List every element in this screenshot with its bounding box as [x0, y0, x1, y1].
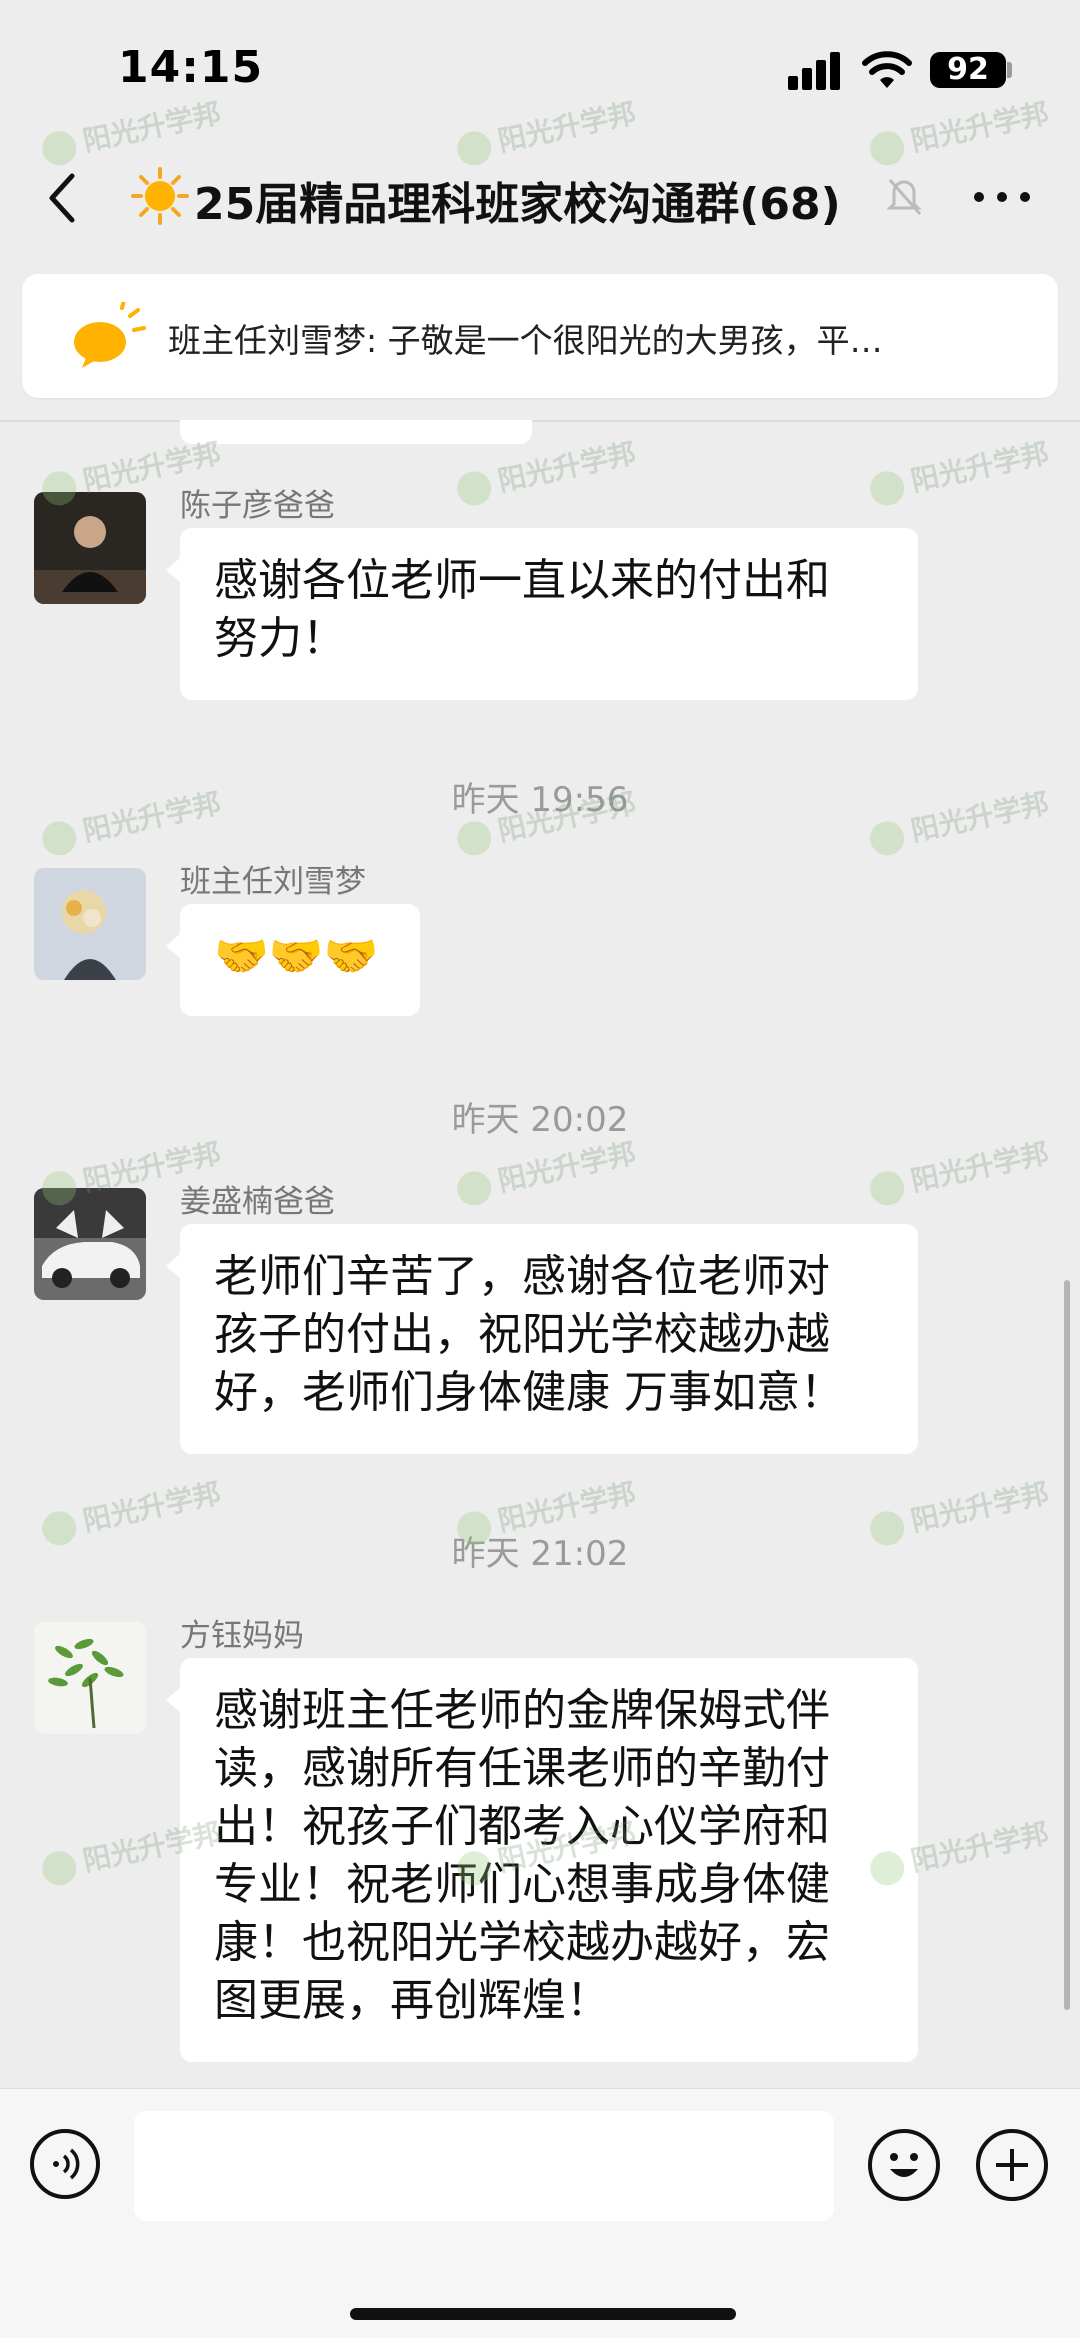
message-bubble[interactable]: 感谢各位老师一直以来的付出和 努力！ — [166, 528, 918, 700]
message-bubble[interactable]: 🤝🤝🤝 — [166, 904, 420, 1016]
cellular-signal-icon — [788, 50, 844, 90]
timestamp: 昨天 20:02 — [451, 1100, 629, 1140]
input-bar — [0, 2088, 1080, 2338]
home-indicator — [350, 2308, 736, 2320]
status-time: 14:15 — [118, 42, 264, 93]
avatar[interactable] — [34, 868, 146, 980]
message-bubble[interactable]: 老师们辛苦了，感谢各位老师对 孩子的付出，祝阳光学校越办越 好，老师们身体健康 … — [166, 1224, 918, 1454]
watermark: 阳光升学邦 — [866, 1132, 1052, 1209]
pinned-message-text: 班主任刘雪梦: 子敬是一个很阳光的大男孩，平… — [168, 321, 883, 360]
avatar[interactable] — [34, 1622, 146, 1734]
battery-tip — [1007, 62, 1012, 78]
message-bubble[interactable]: 感谢班主任老师的金牌保姆式伴 读，感谢所有任课老师的辛勤付 出！祝孩子们都考入心… — [166, 1658, 918, 2062]
message-text: 老师们辛苦了，感谢各位老师对 孩子的付出，祝阳光学校越办越 好，老师们身体健康 … — [214, 1251, 844, 1418]
timestamp: 昨天 21:02 — [451, 1534, 629, 1574]
sun-emoji-icon — [131, 167, 189, 225]
previous-message-bubble-edge — [180, 420, 532, 444]
message-text: 🤝🤝🤝 — [214, 931, 379, 982]
sender-name: 方钰妈妈 — [180, 1618, 304, 1654]
back-arrow-icon[interactable] — [38, 168, 88, 228]
pinned-message-bar[interactable]: 班主任刘雪梦: 子敬是一个很阳光的大男孩，平… — [22, 274, 1058, 398]
watermark: 阳光升学邦 — [453, 1132, 639, 1209]
more-options-icon[interactable] — [972, 180, 1032, 210]
chat-header: 25届精品理科班家校沟通群(68) — [0, 140, 1080, 260]
status-bar: 14:15 92 — [0, 0, 1080, 140]
message-text: 感谢班主任老师的金牌保姆式伴 读，感谢所有任课老师的辛勤付 出！祝孩子们都考入心… — [214, 1685, 830, 2026]
watermark: 阳光升学邦 — [866, 432, 1052, 509]
sender-name: 姜盛楠爸爸 — [180, 1184, 335, 1220]
timestamp: 昨天 19:56 — [451, 780, 629, 820]
avatar[interactable] — [34, 1188, 146, 1300]
mute-bell-icon — [886, 179, 922, 215]
scrollbar[interactable] — [1064, 1280, 1070, 2010]
sender-name: 班主任刘雪梦 — [180, 864, 366, 900]
announcement-bubble-icon — [74, 302, 146, 368]
voice-input-icon[interactable] — [30, 2129, 100, 2199]
avatar[interactable] — [34, 492, 146, 604]
sender-name: 陈子彦爸爸 — [180, 488, 335, 524]
battery-icon: 92 — [930, 52, 1006, 88]
divider — [0, 420, 1080, 422]
chat-title: 25届精品理科班家校沟通群(68) — [194, 179, 841, 230]
message-text: 感谢各位老师一直以来的付出和 努力！ — [214, 555, 830, 664]
wifi-icon — [862, 51, 912, 88]
emoji-icon[interactable] — [868, 2129, 940, 2201]
message-input[interactable] — [134, 2111, 834, 2221]
add-more-icon[interactable] — [976, 2129, 1048, 2201]
